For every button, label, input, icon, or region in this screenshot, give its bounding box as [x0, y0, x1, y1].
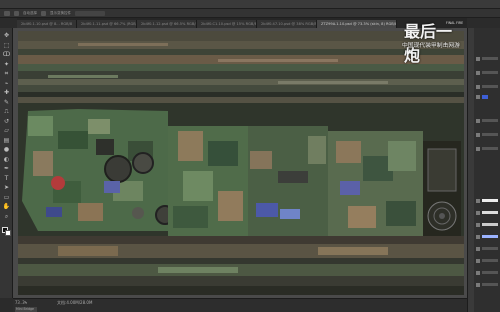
panel-row-9[interactable]: [476, 210, 498, 215]
gradient-tool-icon[interactable]: ▤: [2, 137, 11, 145]
path-select-icon[interactable]: ➤: [2, 184, 11, 192]
panel-row-12[interactable]: [476, 246, 498, 251]
layers-icon: [476, 118, 480, 123]
tool-preset-picker[interactable]: [4, 10, 10, 16]
options-bar: 自动选择 显示变换控件: [0, 9, 500, 18]
layer-thumb-icon: [476, 270, 480, 275]
panel-row-13[interactable]: [476, 258, 498, 263]
type-tool-icon[interactable]: T: [2, 175, 11, 183]
panel-row-3[interactable]: [476, 84, 498, 89]
watermark-tag: FINAL FIRE: [446, 21, 464, 25]
magic-wand-icon[interactable]: ✦: [2, 61, 11, 69]
history-icon: [476, 94, 480, 99]
dodge-tool-icon[interactable]: ◐: [2, 156, 11, 164]
panel-row-8[interactable]: [476, 198, 498, 203]
brush-tool-icon[interactable]: ✎: [2, 99, 11, 107]
panel-row-14[interactable]: [476, 270, 498, 275]
menu-bar[interactable]: [0, 0, 500, 9]
selected-layer-swatch: [482, 94, 488, 99]
align-buttons[interactable]: [75, 10, 105, 16]
tab-doc-4[interactable]: 2b4f0.C1.10.psd @ 15% RGB/8: [197, 20, 257, 28]
move-tool-icon[interactable]: ✥: [2, 32, 11, 40]
history-brush-icon[interactable]: ↺: [2, 118, 11, 126]
tab-doc-active[interactable]: ZTZ99A.1.10.psd @ 73.3% (skin, 8) RGB/8: [317, 20, 397, 28]
panel-collapse-strip[interactable]: [468, 28, 474, 312]
layer-thumb-icon: [476, 198, 480, 203]
layer-thumb-icon: [476, 222, 480, 227]
panel-row-6[interactable]: [476, 132, 498, 137]
palette-icon: [476, 56, 480, 61]
layer-thumb-icon: [476, 282, 480, 287]
layer-thumb-icon: [476, 246, 480, 251]
tab-doc-5[interactable]: 2b4f0.47.10.psd @ 38% RGB/8: [257, 20, 317, 28]
show-transform-label: 显示变换控件: [50, 10, 71, 15]
show-transform-checkbox[interactable]: [41, 10, 46, 16]
paths-icon: [476, 146, 480, 151]
styles-icon: [476, 84, 480, 89]
auto-select-checkbox[interactable]: [14, 10, 19, 16]
color-swatches[interactable]: [0, 226, 13, 241]
panel-row-1[interactable]: [476, 56, 498, 61]
shape-tool-icon[interactable]: ▭: [2, 194, 11, 202]
crop-tool-icon[interactable]: ⌗: [2, 70, 11, 78]
hand-tool-icon[interactable]: ✋: [2, 203, 11, 211]
pen-tool-icon[interactable]: ✒: [2, 165, 11, 173]
eyedropper-icon[interactable]: ⌁: [2, 80, 11, 88]
document-info[interactable]: 文档:4.00M/28.0M: [57, 300, 92, 306]
layer-thumb-icon: [476, 258, 480, 263]
right-panel-dock: [467, 28, 500, 312]
zoom-tool-icon[interactable]: ⌕: [2, 213, 11, 221]
panel-row-4[interactable]: [476, 94, 498, 99]
lasso-tool-icon[interactable]: ↀ: [2, 51, 11, 59]
canvas-area[interactable]: [13, 28, 467, 298]
background-color-swatch[interactable]: [5, 229, 11, 236]
mini-bridge-tab[interactable]: Mini Bridge: [15, 307, 37, 312]
marquee-tool-icon[interactable]: ⬚: [2, 42, 11, 50]
panel-row-5[interactable]: [476, 118, 498, 123]
photoshop-window: 自动选择 显示变换控件 2b4f0.1.10.psd @ 8... RGB/8 …: [0, 0, 500, 312]
panel-row-15[interactable]: [476, 282, 498, 287]
tab-doc-1[interactable]: 2b4f0.1.10.psd @ 8... RGB/8: [17, 20, 77, 28]
clone-stamp-icon[interactable]: ⎍: [2, 108, 11, 116]
panel-row-10[interactable]: [476, 222, 498, 227]
status-bar: 73.3% 文档:4.00M/28.0M Mini Bridge: [13, 298, 467, 312]
panel-row-11[interactable]: [476, 234, 498, 239]
tab-doc-3[interactable]: 2b4f0.1.12.psd @ 66.5% RGB/8: [137, 20, 197, 28]
panel-row-2[interactable]: [476, 70, 498, 75]
layer-thumb-icon: [476, 210, 480, 215]
healing-brush-icon[interactable]: ✚: [2, 89, 11, 97]
layer-thumb-icon: [476, 234, 480, 239]
channels-icon: [476, 132, 480, 137]
auto-select-label: 自动选择: [23, 10, 37, 15]
tab-doc-2[interactable]: 2b4f0.1.11.psd @ 66.7% (RGB/8...: [77, 20, 137, 28]
panel-row-7[interactable]: [476, 146, 498, 151]
blur-tool-icon[interactable]: ●: [2, 146, 11, 154]
zoom-level[interactable]: 73.3%: [15, 300, 27, 305]
eraser-tool-icon[interactable]: ▱: [2, 127, 11, 135]
tank-texture-canvas[interactable]: [18, 31, 464, 295]
watermark-subtitle: 中国现代装甲制击网游: [402, 43, 460, 49]
watermark-logo: 最后一炮 FINAL FIRE 中国现代装甲制击网游: [400, 18, 466, 65]
tools-panel: ✥ ⬚ ↀ ✦ ⌗ ⌁ ✚ ✎ ⎍ ↺ ▱ ▤ ● ◐ ✒ T ➤ ▭ ✋ ⌕: [0, 28, 13, 298]
adjust-icon: [476, 70, 480, 75]
